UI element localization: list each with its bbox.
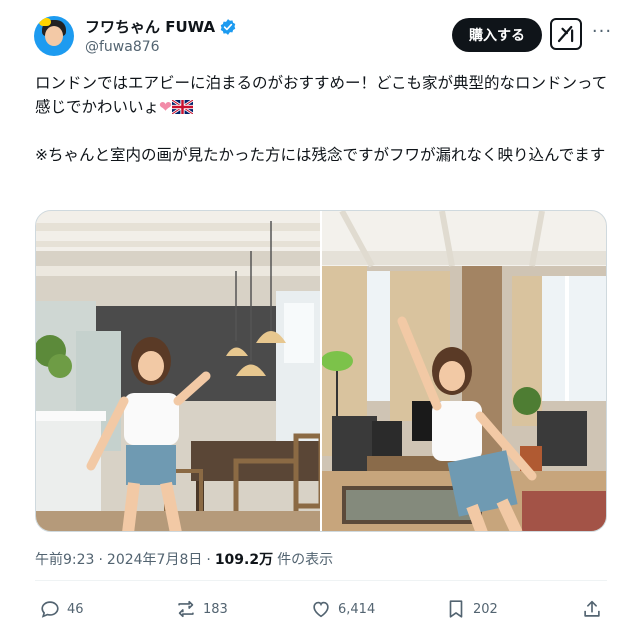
heart-icon: [313, 601, 329, 618]
tweet-header: フワちゃん FUWA @fuwa876 購入する ···: [32, 12, 622, 60]
author-handle[interactable]: @fuwa876: [85, 39, 160, 55]
heart-emoji: ❤: [159, 98, 173, 116]
tweet-paragraph-2: ※ちゃんと室内の画が見たかった方には残念ですがフワが漏れなく映り込んでます: [35, 146, 606, 164]
tweet-meta: 午前9:23 · 2024年7月8日 · 109.2万 件の表示: [35, 549, 333, 569]
bookmark-icon: [449, 600, 463, 618]
photo-living-room[interactable]: [322, 211, 606, 531]
grok-icon[interactable]: [550, 18, 582, 50]
more-options-icon[interactable]: ···: [589, 20, 615, 46]
view-count: 109.2万: [214, 552, 274, 568]
avatar[interactable]: [34, 16, 74, 56]
action-bar: 46 183 6,414 202: [35, 598, 607, 626]
tweet-text: ロンドンではエアビーに泊まるのがおすすめー！どこも家が典型的なロンドンって感じで…: [35, 71, 615, 191]
author-name-line[interactable]: フワちゃん FUWA: [85, 16, 237, 37]
divider: [35, 580, 607, 581]
reply-icon: [41, 601, 59, 618]
bookmark-count: 202: [473, 601, 498, 617]
author-display-name[interactable]: フワちゃん FUWA: [85, 16, 215, 37]
like-button[interactable]: 6,414: [310, 598, 375, 620]
tweet-time[interactable]: 午前9:23: [35, 549, 94, 569]
uk-flag-emoji: [172, 100, 194, 114]
verified-badge-icon: [220, 18, 236, 35]
repost-count: 183: [203, 601, 228, 617]
reply-button[interactable]: 46: [39, 598, 84, 620]
reply-count: 46: [67, 601, 84, 617]
tweet-media[interactable]: [35, 210, 607, 532]
photo-kitchen[interactable]: [36, 211, 320, 531]
share-button[interactable]: [581, 598, 603, 620]
meta-separator: ·: [206, 552, 211, 568]
tweet-date[interactable]: 2024年7月8日: [107, 549, 202, 569]
repost-button[interactable]: 183: [175, 598, 228, 620]
share-icon: [584, 600, 600, 617]
tweet-paragraph-1: ロンドンではエアビーに泊まるのがおすすめー！どこも家が典型的なロンドンって感じで…: [35, 74, 608, 116]
view-count-label: 件の表示: [277, 552, 334, 568]
subscribe-button[interactable]: 購入する: [452, 18, 542, 52]
meta-separator: ·: [98, 552, 103, 568]
like-count: 6,414: [338, 601, 376, 617]
bookmark-button[interactable]: 202: [445, 598, 498, 620]
repost-icon: [178, 600, 194, 618]
